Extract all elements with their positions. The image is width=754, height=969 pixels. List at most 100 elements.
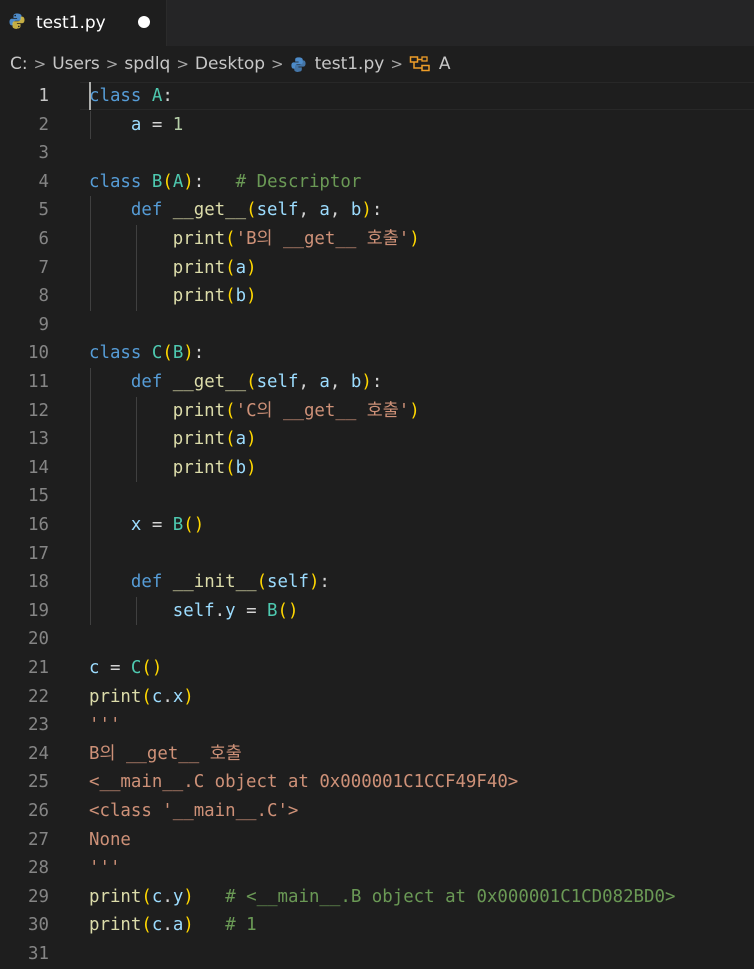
code-token: C <box>130 658 142 678</box>
chevron-right-icon: > <box>33 55 47 73</box>
code-line[interactable]: 2 a = 1 <box>0 111 754 140</box>
line-number: 20 <box>28 629 49 650</box>
code-token: B <box>267 600 278 621</box>
code-line[interactable]: 11 def __get__(self, a, b): <box>0 368 754 397</box>
code-token: ( <box>141 886 152 907</box>
breadcrumb-drive[interactable]: C: <box>10 54 28 74</box>
code-token: = <box>141 114 173 135</box>
code-token: : <box>193 343 205 364</box>
code-token: , <box>298 200 320 221</box>
text-cursor <box>89 82 91 110</box>
tab-label: test1.py <box>36 13 106 33</box>
code-line[interactable]: 16 x = B() <box>0 511 754 540</box>
unsaved-dot-icon[interactable] <box>138 16 150 28</box>
line-number: 6 <box>38 229 49 249</box>
code-token: : <box>319 572 330 593</box>
code-line[interactable]: 6 print('B의 __get__ 호출') <box>0 225 754 254</box>
code-text: print(b) <box>89 282 257 311</box>
code-text: a = 1 <box>89 111 183 140</box>
code-text: print(b) <box>89 454 257 483</box>
code-token: __get__ <box>172 200 247 221</box>
line-number: 31 <box>28 944 49 964</box>
code-text: <class '__main__.C'> <box>89 797 298 826</box>
breadcrumb-file-label: test1.py <box>314 54 385 74</box>
code-token: . <box>162 886 173 907</box>
code-line[interactable]: 29 print(c.y) # <__main__.B object at 0x0… <box>0 883 754 912</box>
class-symbol-icon <box>409 56 430 72</box>
code-line[interactable]: 15 <box>0 482 754 511</box>
code-editor[interactable]: 1 class A: 2 a = 1 3 4 class B(A): # Descript… <box>0 82 754 964</box>
code-token: __get__ <box>172 372 247 392</box>
code-line[interactable]: 22 print(c.x) <box>0 683 754 712</box>
code-line[interactable]: 12 print('C의 __get__ 호출') <box>0 397 754 426</box>
indent-guide <box>90 110 91 140</box>
code-line[interactable]: 26 <class '__main__.C'> <box>0 797 754 826</box>
code-token: ) <box>183 915 194 936</box>
code-line[interactable]: 5 def __get__(self, a, b): <box>0 196 754 225</box>
python-icon <box>291 56 306 72</box>
code-line[interactable]: 23 ''' <box>0 711 754 740</box>
code-line[interactable]: 18 def __init__(self): <box>0 568 754 597</box>
code-line[interactable]: 24 B의 __get__ 호출 <box>0 740 754 769</box>
line-number: 19 <box>28 600 49 621</box>
code-token: a <box>235 257 247 278</box>
code-token: print <box>89 915 142 936</box>
code-token: ( <box>225 229 236 249</box>
code-line[interactable]: 13 print(a) <box>0 425 754 454</box>
code-text: def __get__(self, a, b): <box>89 368 382 397</box>
code-line[interactable]: 28 ''' <box>0 854 754 883</box>
code-token: B <box>172 343 184 364</box>
code-line[interactable]: 21 c = C() <box>0 654 754 683</box>
code-text: <__main__.C object at 0x000001C1CCF49F40… <box>89 768 518 797</box>
code-line[interactable]: 25 <__main__.C object at 0x000001C1CCF49F… <box>0 768 754 797</box>
code-token: x <box>130 515 142 535</box>
code-line[interactable]: 19 self.y = B() <box>0 597 754 626</box>
breadcrumb-desktop[interactable]: Desktop <box>195 54 265 74</box>
code-token: . <box>162 915 173 936</box>
code-line[interactable]: 31 <box>0 940 754 969</box>
code-token: print <box>172 257 226 278</box>
code-line[interactable]: 3 <box>0 139 754 168</box>
breadcrumb-file[interactable]: test1.py <box>290 54 385 74</box>
chevron-right-icon: > <box>176 55 189 73</box>
code-token: ( <box>225 457 236 478</box>
code-token: ) <box>409 400 420 421</box>
code-line[interactable]: 4 class B(A): # Descriptor <box>0 168 754 197</box>
line-number: 1 <box>38 86 49 106</box>
code-line[interactable]: 20 <box>0 625 754 654</box>
code-line[interactable]: 27 None <box>0 826 754 855</box>
tab-test1-py[interactable]: test1.py <box>0 0 167 46</box>
code-token: C <box>151 343 163 364</box>
code-text: ''' <box>89 711 120 740</box>
code-token: c <box>151 686 163 707</box>
code-line[interactable]: 7 print(a) <box>0 254 754 283</box>
breadcrumb-spdlq[interactable]: spdlq <box>124 54 170 74</box>
code-token: # 1 <box>225 915 257 936</box>
code-line[interactable]: 30 print(c.a) # 1 <box>0 911 754 940</box>
code-token: self <box>172 600 215 621</box>
code-line[interactable]: 10 class C(B): <box>0 339 754 368</box>
code-line[interactable]: 14 print(b) <box>0 454 754 483</box>
code-line[interactable]: 9 <box>0 311 754 340</box>
code-token: , <box>298 372 320 392</box>
code-token: ( <box>141 915 152 936</box>
code-token: , <box>329 200 351 221</box>
code-token: None <box>89 829 131 850</box>
code-token: B <box>151 171 163 192</box>
code-line[interactable]: 17 <box>0 540 754 569</box>
code-token: def <box>130 372 163 392</box>
code-token: 'C의 __get__ 호출' <box>235 400 410 421</box>
breadcrumb-symbol[interactable]: A <box>409 54 451 74</box>
breadcrumb-users[interactable]: Users <box>52 54 100 74</box>
code-line[interactable]: 1 class A: <box>0 82 754 111</box>
code-token: ) <box>183 171 194 192</box>
code-line[interactable]: 8 print(b) <box>0 282 754 311</box>
code-token: c <box>151 886 163 907</box>
code-token: ) <box>361 200 372 221</box>
